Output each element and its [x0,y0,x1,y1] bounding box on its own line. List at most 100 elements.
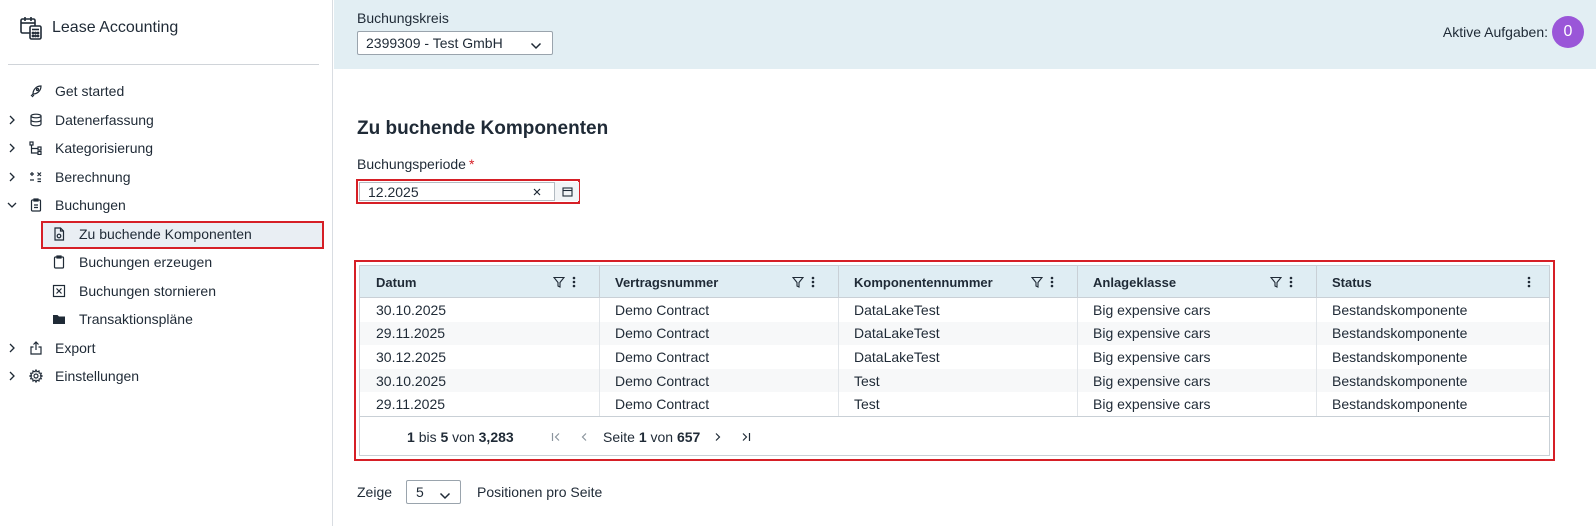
page-size-control: Zeige 5 Positionen pro Seite [357,480,602,504]
active-tasks-badge[interactable]: 0 [1552,16,1584,48]
cell-anlageklasse: Big expensive cars [1093,301,1211,318]
chevron-right-icon[interactable] [7,343,17,353]
column-menu-icon[interactable] [1527,276,1531,288]
column-divider [1316,298,1317,416]
table-highlight: Datum Vertragsnummer Komponentennummer A… [354,260,1555,461]
column-header-anlageklasse[interactable]: Anlageklasse [1077,266,1316,298]
sidebar-item-label: Get started [55,83,125,100]
cell-datum: 30.12.2025 [376,348,447,365]
hierarchy-icon [28,140,44,156]
filter-icon[interactable] [1269,276,1283,288]
cell-datum: 30.10.2025 [376,301,447,318]
page-size-label: Zeige [357,484,393,500]
page-size-suffix: Positionen pro Seite [477,484,603,500]
folder-icon [51,311,67,327]
cell-komponentennummer: DataLakeTest [854,325,940,342]
sidebar-item-einstellungen[interactable]: Einstellungen [0,362,333,391]
cell-status: Bestandskomponente [1332,301,1468,318]
row-range-summary: 1 bis 5 von 3,283 [407,429,514,445]
column-divider [599,298,600,416]
calendar-icon[interactable] [554,182,579,201]
sidebar-item-buchungen-stornieren[interactable]: Buchungen stornieren [0,277,333,306]
sidebar-item-get-started[interactable]: Get started [0,77,333,106]
sidebar-item-datenerfassung[interactable]: Datenerfassung [0,106,333,135]
required-marker: * [468,156,475,172]
period-value: 12.2025 [368,183,419,200]
cell-vertragsnummer: Demo Contract [615,301,710,318]
cell-komponentennummer: DataLakeTest [854,348,940,365]
chevron-right-icon[interactable] [7,172,17,182]
sidebar-item-label: Export [55,339,96,356]
first-page-icon[interactable] [550,431,562,443]
column-header-status[interactable]: Status [1316,266,1549,298]
sidebar-item-berechnung[interactable]: Berechnung [0,163,333,192]
table-row[interactable]: 30.10.2025 Demo Contract Test Big expens… [360,368,1549,393]
sidebar-item-buchungen-erzeugen[interactable]: Buchungen erzeugen [0,248,333,277]
cell-status: Bestandskomponente [1332,372,1468,389]
sidebar-item-kategorisierung[interactable]: Kategorisierung [0,134,333,163]
clear-icon[interactable] [530,185,544,199]
column-header-komponentennummer[interactable]: Komponentennummer [838,266,1077,298]
chevron-down-icon [530,38,542,50]
active-tasks[interactable]: Aktive Aufgaben: 0 [1443,16,1584,48]
chevron-right-icon[interactable] [7,371,17,381]
previous-page-icon[interactable] [578,431,590,443]
table-row[interactable]: 30.12.2025 Demo Contract DataLakeTest Bi… [360,345,1549,369]
gear-icon [28,368,44,384]
sidebar-item-buchungen[interactable]: Buchungen [0,191,333,220]
company-code-select[interactable]: 2399309 - Test GmbH [357,31,553,55]
page-indicator: Seite 1 von 657 [603,429,701,445]
cell-komponentennummer: Test [854,372,880,389]
cell-status: Bestandskomponente [1332,325,1468,342]
page-size-select[interactable]: 5 [406,480,461,504]
next-page-icon[interactable] [712,431,724,443]
last-page-icon[interactable] [740,431,752,443]
table-row[interactable]: 29.11.2025 Demo Contract DataLakeTest Bi… [360,321,1549,346]
upload-icon [28,340,44,356]
cell-komponentennummer: DataLakeTest [854,301,940,318]
column-menu-icon[interactable] [1050,276,1054,288]
sidebar-item-label: Buchungen [55,197,126,214]
table-header: Datum Vertragsnummer Komponentennummer A… [360,266,1549,298]
sidebar-item-zu-buchende-komponenten[interactable]: Zu buchende Komponenten [0,220,333,249]
sidebar-item-label: Datenerfassung [55,111,154,128]
filter-icon[interactable] [791,276,805,288]
period-label: Buchungsperiode * [357,156,474,172]
cell-vertragsnummer: Demo Contract [615,396,710,413]
active-tasks-label: Aktive Aufgaben: [1442,24,1548,40]
page-title: Zu buchende Komponenten [357,118,609,139]
cell-anlageklasse: Big expensive cars [1093,396,1211,413]
chevron-right-icon[interactable] [7,143,17,153]
column-menu-icon[interactable] [572,276,576,288]
app-header: Lease Accounting [19,15,178,41]
column-divider [1077,298,1078,416]
column-menu-icon[interactable] [811,276,815,288]
period-field-highlight: 12.2025 [356,179,580,204]
column-header-datum[interactable]: Datum [360,266,599,298]
table-row[interactable]: 30.10.2025 Demo Contract DataLakeTest Bi… [360,298,1549,322]
sidebar-item-label: Transaktionspläne [79,311,193,328]
cell-status: Bestandskomponente [1332,396,1468,413]
filter-icon[interactable] [552,276,566,288]
components-table: Datum Vertragsnummer Komponentennummer A… [359,265,1550,456]
sidebar-item-export[interactable]: Export [0,334,333,363]
chevron-right-icon[interactable] [7,115,17,125]
sidebar-item-transaktionsplaene[interactable]: Transaktionspläne [0,305,333,334]
filter-icon[interactable] [1030,276,1044,288]
period-input[interactable]: 12.2025 [359,182,579,201]
table-row[interactable]: 29.11.2025 Demo Contract Test Big expens… [360,392,1549,416]
column-menu-icon[interactable] [1289,276,1293,288]
column-header-vertragsnummer[interactable]: Vertragsnummer [599,266,838,298]
cell-datum: 29.11.2025 [376,325,446,342]
sidebar-item-label: Buchungen erzeugen [79,254,213,271]
sidebar-divider [8,64,319,65]
sidebar: Lease Accounting Get started Datenerfass… [0,0,333,526]
company-code-label: Buchungskreis [357,10,449,26]
company-code-value: 2399309 - Test GmbH [366,35,503,51]
top-bar: Buchungskreis 2399309 - Test GmbH Aktive… [334,0,1596,69]
clipboard-icon [51,254,67,270]
cell-status: Bestandskomponente [1332,348,1468,365]
column-divider [838,298,839,416]
period-label-text: Buchungsperiode [357,156,466,172]
chevron-down-icon[interactable] [7,200,17,210]
